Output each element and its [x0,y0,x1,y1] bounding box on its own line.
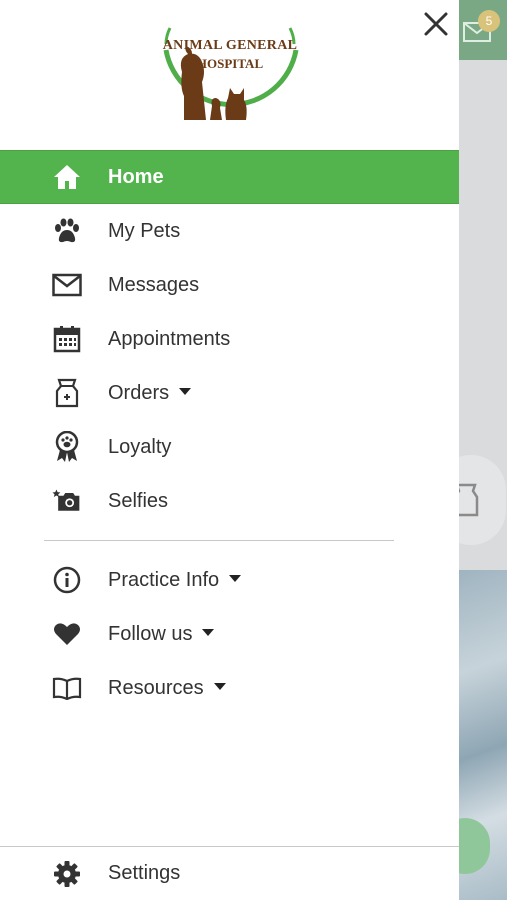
menu-item-label: Orders [108,381,192,405]
close-button[interactable] [420,8,452,40]
menu-item-label: Follow us [108,622,215,646]
menu-item-label: Home [108,165,164,188]
menu-item-settings[interactable]: Settings [0,847,459,900]
menu-item-my-pets[interactable]: My Pets [0,204,459,258]
hospital-logo: ANIMAL GENERAL HOSPITAL [140,10,320,138]
award-ribbon-icon [52,431,82,462]
menu-item-practice-info[interactable]: Practice Info [0,553,459,607]
menu-item-label: Settings [108,862,181,884]
menu-item-appointments[interactable]: Appointments [0,312,459,366]
dropdown-caret-icon [213,682,226,690]
menu-item-label: Practice Info [108,568,242,592]
secondary-menu: Practice Info Follow us Resources [0,553,459,715]
menu-item-resources[interactable]: Resources [0,661,459,715]
menu-item-label: Messages [108,273,200,296]
main-menu: Home My Pets Messages Appointments Order… [0,150,459,528]
envelope-icon [52,270,82,300]
gear-icon [52,859,82,889]
practice-info-label-text: Practice Info [108,568,220,591]
dropdown-caret-icon [202,628,215,636]
close-icon [424,12,448,36]
menu-item-follow-us[interactable]: Follow us [0,607,459,661]
menu-item-selfies[interactable]: Selfies [0,474,459,528]
menu-item-label: Selfies [108,489,169,512]
follow-us-label-text: Follow us [108,622,193,645]
logo-text-line2: HOSPITAL [196,56,264,71]
menu-divider [44,540,394,541]
menu-item-loyalty[interactable]: Loyalty [0,420,459,474]
info-icon [52,565,82,595]
heart-icon [52,619,82,649]
menu-item-messages[interactable]: Messages [0,258,459,312]
dropdown-caret-icon [229,574,242,582]
camera-icon [52,486,82,516]
paw-icon [52,216,82,246]
menu-item-orders[interactable]: Orders [0,366,459,420]
menu-item-home[interactable]: Home [0,150,459,204]
pet-food-bag-icon [52,378,82,408]
calendar-icon [52,324,82,354]
logo-graphic [163,27,299,120]
dropdown-caret-icon [179,387,192,395]
menu-item-label: Appointments [108,327,231,350]
menu-item-label: Loyalty [108,435,172,458]
home-icon [52,162,82,192]
menu-item-label: My Pets [108,219,181,242]
book-icon [52,673,82,703]
orders-label-text: Orders [108,381,170,404]
logo-text-line1: ANIMAL GENERAL [162,38,298,53]
notification-badge: 5 [478,10,500,32]
menu-item-label: Resources [108,677,226,700]
resources-label-text: Resources [108,676,204,699]
navigation-drawer: ANIMAL GENERAL HOSPITAL Home My Pets Mes… [0,0,459,900]
